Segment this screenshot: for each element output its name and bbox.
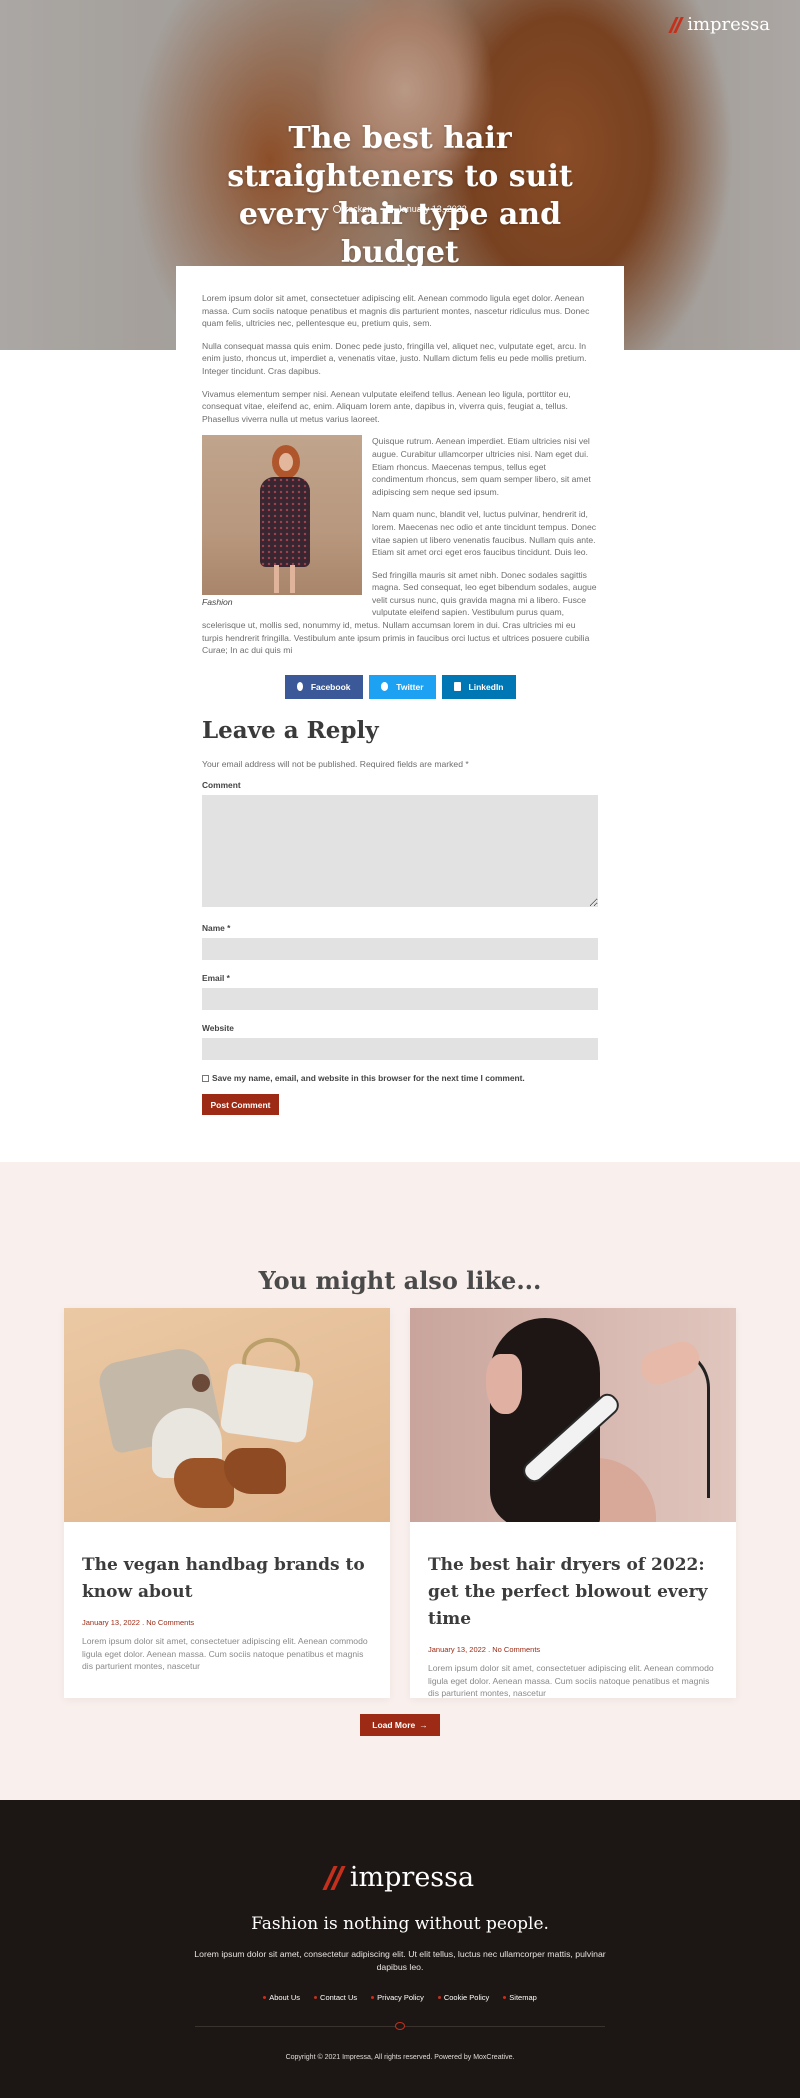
footer-link-contact[interactable]: Contact Us: [314, 1993, 357, 2002]
facebook-icon: [296, 682, 303, 692]
related-card-date: January 13, 2022: [82, 1618, 140, 1627]
bullet-icon: [503, 1996, 507, 1999]
article-figure: Fashion: [202, 435, 362, 607]
article-paragraph: Vivamus elementum semper nisi. Aenean vu…: [202, 388, 571, 424]
related-card-title[interactable]: The best hair dryers of 2022: get the pe…: [428, 1552, 718, 1633]
article-paragraph: Nulla consequat massa quis enim. Donec p…: [202, 340, 587, 376]
figure-caption: Fashion: [202, 597, 233, 608]
related-card-image[interactable]: [410, 1308, 736, 1522]
site-logo[interactable]: impressa: [668, 14, 770, 35]
meta-separator: .: [488, 1645, 491, 1654]
share-twitter-label: Twitter: [396, 681, 424, 692]
site-footer: impressa Fashion is nothing without peop…: [0, 1800, 800, 2098]
footer-tagline: Fashion is nothing without people.: [251, 1914, 549, 1934]
divider-ornament-icon: [395, 2022, 405, 2030]
footer-link-privacy[interactable]: Privacy Policy: [371, 1993, 424, 2002]
related-card[interactable]: The vegan handbag brands to know about J…: [64, 1308, 390, 1698]
footer-description: Lorem ipsum dolor sit amet, consectetur …: [194, 1949, 606, 1972]
related-card-meta: January 13, 2022 . No Comments: [428, 1645, 718, 1654]
post-author-name: rocken: [345, 204, 373, 214]
twitter-icon: [380, 682, 389, 692]
related-posts: You might also like... The vegan handbag…: [0, 1162, 800, 1800]
article-paragraph: Lorem ipsum dolor sit amet, consectetuer…: [202, 293, 590, 329]
footer-link-label: About Us: [269, 1993, 301, 2002]
name-field[interactable]: [202, 938, 598, 961]
post-date-text: January 13, 2022: [397, 204, 467, 214]
bullet-icon: [437, 1996, 441, 1999]
cookies-consent: Save my name, email, and website in this…: [202, 1073, 598, 1083]
related-card-meta: January 13, 2022 . No Comments: [82, 1618, 372, 1627]
footer-link-cookie[interactable]: Cookie Policy: [437, 1993, 490, 2002]
name-label: Name *: [202, 923, 231, 934]
footer-link-sitemap[interactable]: Sitemap: [503, 1993, 537, 2002]
load-more-label: Load More: [372, 1720, 416, 1730]
share-facebook-button[interactable]: Facebook: [284, 674, 363, 699]
bullet-icon: [314, 1996, 318, 1999]
cookies-label: Save my name, email, and website in this…: [212, 1073, 525, 1084]
bullet-icon: [263, 1996, 267, 1999]
load-more-button[interactable]: Load More →: [360, 1714, 440, 1736]
article-content: Lorem ipsum dolor sit amet, consectetuer…: [176, 266, 624, 1116]
footer-link-label: Sitemap: [509, 1993, 537, 2002]
post-title: The best hair straighteners to suit ever…: [227, 121, 573, 270]
related-card-body: The best hair dryers of 2022: get the pe…: [410, 1522, 736, 1700]
email-label: Email *: [202, 973, 230, 984]
related-card-body: The vegan handbag brands to know about J…: [64, 1522, 390, 1673]
footer-nav: About Us Contact Us Privacy Policy Cooki…: [0, 1993, 800, 2002]
related-card-excerpt: Lorem ipsum dolor sit amet, consectetuer…: [82, 1636, 368, 1671]
copyright: Copyright © 2021 Impressa, All rights re…: [285, 2054, 515, 2061]
related-card-excerpt: Lorem ipsum dolor sit amet, consectetuer…: [428, 1663, 714, 1698]
share-linkedin-button[interactable]: LinkedIn: [441, 674, 516, 699]
footer-link-label: Privacy Policy: [377, 1993, 424, 2002]
linkedin-icon: [453, 682, 461, 692]
footer-link-label: Contact Us: [320, 1993, 358, 2002]
related-card-image[interactable]: [64, 1308, 390, 1522]
post-comment-button[interactable]: Post Comment: [202, 1094, 279, 1116]
share-facebook-label: Facebook: [310, 681, 351, 692]
footer-link-about[interactable]: About Us: [263, 1993, 300, 2002]
related-card-comments[interactable]: No Comments: [146, 1618, 194, 1627]
related-card[interactable]: The best hair dryers of 2022: get the pe…: [410, 1308, 736, 1698]
related-card-comments[interactable]: No Comments: [492, 1645, 540, 1654]
cookies-checkbox[interactable]: [202, 1074, 209, 1082]
comment-textarea[interactable]: [202, 795, 598, 908]
logo-mark-icon: [668, 16, 684, 34]
related-title: You might also like...: [258, 1266, 542, 1295]
comment-label: Comment: [202, 780, 241, 791]
page: impressa The best hair straighteners to …: [0, 0, 800, 2098]
post-meta: rocken January 13, 2022: [0, 204, 800, 214]
email-field[interactable]: [202, 988, 598, 1011]
footer-logo[interactable]: impressa: [0, 1862, 800, 1893]
user-icon: [333, 205, 342, 213]
comment-notes: Your email address will not be published…: [202, 758, 469, 769]
arrow-right-icon: →: [419, 1720, 428, 1730]
logo-mark-icon: [322, 1865, 346, 1891]
figure-row: Fashion Quisque rutrum. Aenean imperdiet…: [202, 435, 598, 657]
calendar-icon: [386, 205, 394, 213]
meta-separator: .: [142, 1618, 145, 1627]
post-author[interactable]: rocken: [333, 204, 372, 214]
related-card-date: January 13, 2022: [428, 1645, 486, 1654]
reply-title: Leave a Reply: [202, 716, 379, 744]
share-linkedin-label: LinkedIn: [468, 681, 504, 692]
article-figure-image: [202, 435, 362, 596]
comment-form: Leave a Reply Your email address will no…: [202, 717, 598, 1116]
footer-link-label: Cookie Policy: [443, 1993, 490, 2002]
related-card-title[interactable]: The vegan handbag brands to know about: [82, 1552, 372, 1606]
logo-text: impressa: [687, 14, 770, 35]
footer-logo-text: impressa: [349, 1862, 475, 1893]
share-buttons: Facebook Twitter LinkedIn: [202, 671, 598, 699]
post-date: January 13, 2022: [386, 204, 467, 214]
share-twitter-button[interactable]: Twitter: [368, 674, 436, 699]
website-label: Website: [202, 1023, 234, 1034]
website-field[interactable]: [202, 1038, 598, 1061]
bullet-icon: [371, 1996, 375, 1999]
